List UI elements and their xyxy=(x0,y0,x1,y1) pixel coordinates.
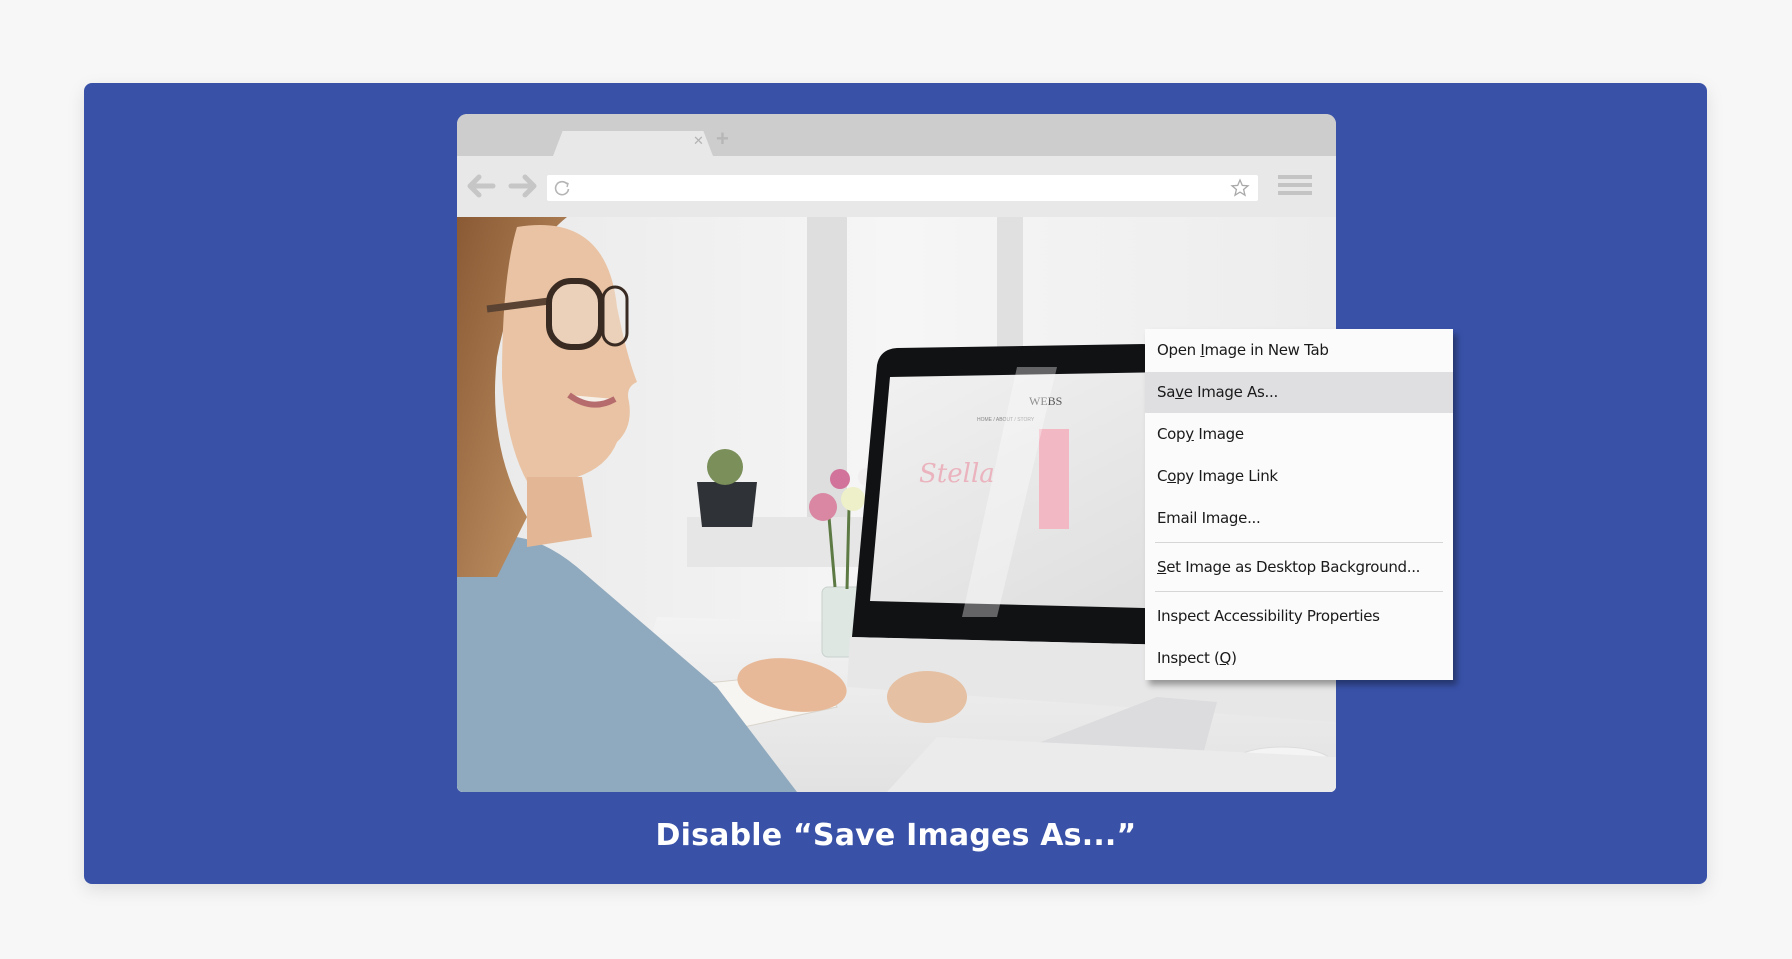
menu-item-inspect[interactable]: Inspect (Q) xyxy=(1145,638,1453,679)
hand xyxy=(887,671,967,723)
menu-item-set-desktop-background[interactable]: Set Image as Desktop Background... xyxy=(1145,547,1453,588)
monitor-pink-block xyxy=(1039,429,1069,529)
caption-title: Disable “Save Images As...” xyxy=(655,818,1137,853)
menu-item-email-image[interactable]: Email Image... xyxy=(1145,498,1453,539)
menu-item-copy-image-link[interactable]: Copy Image Link xyxy=(1145,456,1453,497)
monitor-script-art: Stella xyxy=(919,459,995,489)
arrow-right-icon xyxy=(508,174,537,198)
menu-item-save-image-as[interactable]: Save Image As... xyxy=(1145,372,1453,413)
forward-button[interactable] xyxy=(507,171,539,201)
menu-separator xyxy=(1155,542,1443,543)
close-icon[interactable]: ✕ xyxy=(693,133,704,149)
star-icon[interactable] xyxy=(1230,178,1250,198)
flower xyxy=(830,469,850,489)
plus-icon[interactable]: + xyxy=(716,128,729,150)
plant xyxy=(707,449,743,485)
menu-item-open-image-new-tab[interactable]: Open Image in New Tab xyxy=(1145,330,1453,371)
tab-bar: ✕ + xyxy=(457,114,1336,156)
woman-neck xyxy=(527,477,592,547)
flower xyxy=(809,493,837,521)
arrow-left-icon xyxy=(467,174,496,198)
menu-item-copy-image[interactable]: Copy Image xyxy=(1145,414,1453,455)
menu-item-inspect-accessibility[interactable]: Inspect Accessibility Properties xyxy=(1145,596,1453,637)
hamburger-icon[interactable] xyxy=(1278,172,1312,202)
glasses-lens xyxy=(601,285,629,347)
context-menu: Open Image in New Tab Save Image As... C… xyxy=(1145,329,1453,680)
browser-toolbar xyxy=(457,156,1336,217)
back-button[interactable] xyxy=(465,171,497,201)
address-bar[interactable] xyxy=(547,175,1258,201)
flower xyxy=(841,487,865,511)
reload-icon[interactable] xyxy=(553,179,571,197)
plant-pot xyxy=(697,482,757,527)
glasses-lens xyxy=(546,278,604,350)
browser-tab[interactable] xyxy=(553,131,713,156)
menu-separator xyxy=(1155,591,1443,592)
